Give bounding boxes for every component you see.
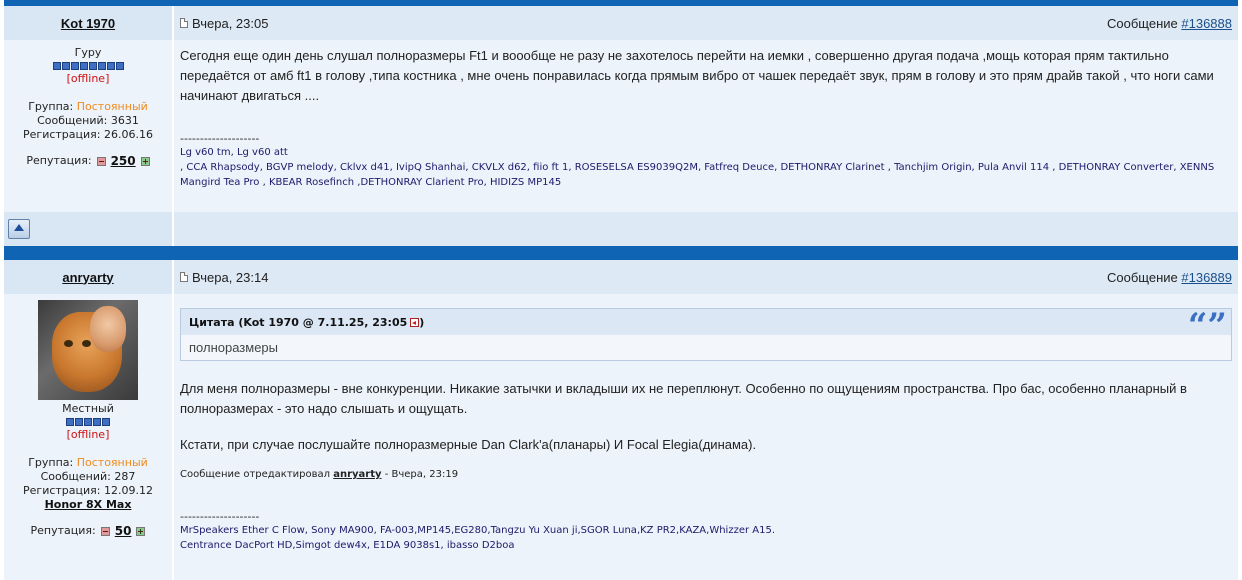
- post-meta: Вчера, 23:14 Сообщение #136889: [174, 260, 1238, 294]
- reputation-plus-icon[interactable]: [140, 156, 150, 166]
- message-number: Сообщение #136888: [1107, 16, 1232, 31]
- user-rank: Гуру: [74, 46, 102, 59]
- online-status: [offline]: [66, 428, 110, 441]
- quote-header-text: Цитата (Kot 1970 @ 7.11.25, 23:05: [189, 315, 408, 329]
- scroll-to-top-button[interactable]: [8, 219, 30, 239]
- message-number: Сообщение #136889: [1107, 270, 1232, 285]
- post-date: Вчера, 23:05: [180, 16, 268, 31]
- post-text: Для меня полноразмеры - вне конкуренции.…: [180, 381, 1187, 416]
- signature-line: MrSpeakers Ether C Flow, Sony MA900, FA-…: [180, 525, 776, 536]
- signature-line: Lg v60 tm, Lg v60 att: [180, 147, 288, 158]
- quote-header: Цитата (Kot 1970 @ 7.11.25, 23:05 ): [181, 309, 1231, 335]
- user-registered: Регистрация: 12.09.12: [23, 484, 153, 497]
- user-rank: Местный: [62, 402, 114, 415]
- group-label: Группа:: [28, 100, 77, 113]
- user-posts-count: Сообщений: 287: [40, 470, 136, 483]
- signature-line: Centrance DacPort HD,Simgot dew4x, E1DA …: [180, 540, 515, 551]
- rank-pip: [97, 62, 106, 70]
- rank-pip: [70, 62, 79, 70]
- edited-by-link[interactable]: anryarty: [333, 469, 381, 480]
- post-toolbar-main: [174, 212, 1238, 246]
- rank-pip: [102, 418, 110, 426]
- quote-header-close: ): [419, 315, 425, 329]
- avatar-eye: [82, 340, 91, 347]
- reputation: Репутация: 250: [4, 154, 172, 168]
- rank-pips: [4, 62, 172, 72]
- reputation-label: Репутация:: [30, 524, 96, 537]
- author-info: Местный [offline] Группа: Постоянный Соо…: [4, 294, 174, 580]
- reputation-minus-icon[interactable]: [100, 526, 110, 536]
- post-body: Гуру [offline] Группа: Постоянный Сообще…: [4, 40, 1238, 212]
- user-device[interactable]: Honor 8X Max: [4, 498, 172, 512]
- message-permalink[interactable]: #136889: [1181, 270, 1232, 285]
- rank-pip: [93, 418, 101, 426]
- signature-line: , CCA Rhapsody, BGVP melody, Cklvx d41, …: [180, 162, 1215, 188]
- post-content: Сегодня еще один день слушал полноразмер…: [174, 40, 1238, 212]
- post-content: Цитата (Kot 1970 @ 7.11.25, 23:05 ) “” п…: [174, 294, 1238, 580]
- avatar-paw: [90, 306, 126, 352]
- avatar-eye: [64, 340, 73, 347]
- user-group: Группа: Постоянный: [4, 456, 172, 470]
- message-permalink[interactable]: #136888: [1181, 16, 1232, 31]
- user-avatar: [38, 300, 138, 400]
- post-text: Сегодня еще один день слушал полноразмер…: [180, 48, 1214, 103]
- reputation-label: Репутация:: [26, 154, 92, 167]
- post-header: Kot 1970 Вчера, 23:05 Сообщение #136888: [4, 6, 1238, 40]
- quote-source-icon[interactable]: [410, 317, 420, 327]
- signature-divider: --------------------: [180, 132, 260, 145]
- reputation-minus-icon[interactable]: [96, 156, 106, 166]
- message-label: Сообщение: [1107, 15, 1182, 31]
- reputation-value[interactable]: 50: [115, 524, 132, 538]
- document-icon: [180, 272, 188, 282]
- rank-pip: [52, 62, 61, 70]
- post-divider-bar: [4, 246, 1238, 260]
- rank-pip: [88, 62, 97, 70]
- post-date: Вчера, 23:14: [180, 270, 268, 285]
- quote-mark-icon: “”: [1187, 306, 1227, 346]
- user-group: Группа: Постоянный: [4, 100, 172, 114]
- group-value: Постоянный: [76, 100, 148, 113]
- edited-suffix: - Вчера, 23:19: [381, 469, 459, 480]
- author-name-link[interactable]: Kot 1970: [61, 16, 115, 31]
- post-meta: Вчера, 23:05 Сообщение #136888: [174, 6, 1238, 40]
- author-cell: Kot 1970: [4, 6, 174, 40]
- edited-note: Сообщение отредактировал anryarty - Вчер…: [180, 469, 1232, 480]
- rank-pip: [79, 62, 88, 70]
- group-value: Постоянный: [76, 456, 148, 469]
- reputation: Репутация: 50: [4, 524, 172, 538]
- post-text: Кстати, при случае послушайте полноразме…: [180, 437, 757, 452]
- post-toolbar-side: [4, 212, 174, 246]
- rank-pip: [115, 62, 124, 70]
- author-name-link[interactable]: anryarty: [62, 270, 113, 285]
- rank-pip: [75, 418, 83, 426]
- rank-pips: [4, 418, 172, 428]
- quote-text: полноразмеры: [189, 340, 278, 355]
- post-toolbar: [4, 212, 1238, 246]
- group-label: Группа:: [28, 456, 77, 469]
- post-date-text: Вчера, 23:05: [192, 15, 269, 31]
- post-date-text: Вчера, 23:14: [192, 269, 269, 285]
- rank-pip: [66, 418, 74, 426]
- online-status: [offline]: [66, 72, 110, 85]
- post-body: Местный [offline] Группа: Постоянный Соо…: [4, 294, 1238, 580]
- rank-pip: [84, 418, 92, 426]
- author-cell: anryarty: [4, 260, 174, 294]
- forum-thread: Kot 1970 Вчера, 23:05 Сообщение #136888 …: [4, 0, 1238, 580]
- quote-block: Цитата (Kot 1970 @ 7.11.25, 23:05 ) “” п…: [180, 308, 1232, 361]
- document-icon: [180, 18, 188, 28]
- arrow-up-icon: [14, 224, 24, 231]
- user-registered: Регистрация: 26.06.16: [23, 128, 153, 141]
- reputation-value[interactable]: 250: [111, 154, 136, 168]
- author-info: Гуру [offline] Группа: Постоянный Сообще…: [4, 40, 174, 212]
- rank-pip: [106, 62, 115, 70]
- signature-divider: --------------------: [180, 510, 260, 523]
- message-label: Сообщение: [1107, 269, 1182, 285]
- post-header: anryarty Вчера, 23:14 Сообщение #136889: [4, 260, 1238, 294]
- edited-prefix: Сообщение отредактировал: [180, 469, 334, 480]
- reputation-plus-icon[interactable]: [136, 526, 146, 536]
- rank-pip: [61, 62, 70, 70]
- user-posts-count: Сообщений: 3631: [37, 114, 139, 127]
